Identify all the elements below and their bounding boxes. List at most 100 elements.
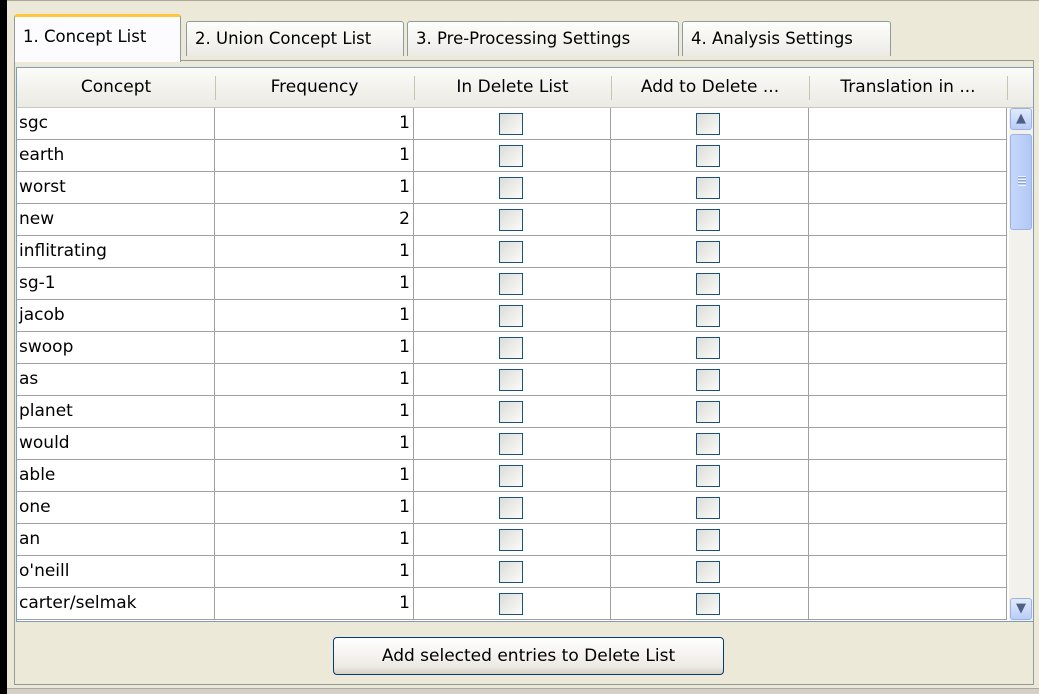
frequency-cell[interactable]: 1 <box>215 492 414 524</box>
concept-cell[interactable]: new <box>17 204 215 236</box>
table-row[interactable]: one 1 <box>17 492 1007 524</box>
add-to-delete-checkbox[interactable] <box>696 561 720 583</box>
frequency-cell[interactable]: 1 <box>215 300 414 332</box>
table-row[interactable]: sgc 1 <box>17 108 1007 140</box>
frequency-cell[interactable]: 1 <box>215 396 414 428</box>
table-row[interactable]: sg-1 1 <box>17 268 1007 300</box>
concept-cell[interactable]: an <box>17 524 215 556</box>
concept-cell[interactable]: as <box>17 364 215 396</box>
add-to-delete-checkbox[interactable] <box>696 401 720 423</box>
frequency-cell[interactable]: 1 <box>215 108 414 140</box>
column-header-in-delete-list[interactable]: In Delete List <box>414 68 611 106</box>
add-to-delete-checkbox[interactable] <box>696 433 720 455</box>
frequency-cell[interactable]: 1 <box>215 460 414 492</box>
translation-cell[interactable] <box>809 460 1007 492</box>
table-row[interactable]: planet 1 <box>17 396 1007 428</box>
frequency-cell[interactable]: 1 <box>215 332 414 364</box>
in-delete-list-checkbox[interactable] <box>499 209 523 231</box>
in-delete-list-checkbox[interactable] <box>499 529 523 551</box>
concept-cell[interactable]: planet <box>17 396 215 428</box>
vertical-scrollbar[interactable]: ▲ ▼ <box>1009 108 1033 621</box>
table-row[interactable]: as 1 <box>17 364 1007 396</box>
frequency-cell[interactable]: 1 <box>215 524 414 556</box>
frequency-cell[interactable]: 1 <box>215 588 414 620</box>
in-delete-list-checkbox[interactable] <box>499 433 523 455</box>
table-row[interactable]: would 1 <box>17 428 1007 460</box>
frequency-cell[interactable]: 2 <box>215 204 414 236</box>
translation-cell[interactable] <box>809 204 1007 236</box>
tab-union-concept-list[interactable]: 2. Union Concept List <box>186 21 404 56</box>
frequency-cell[interactable]: 1 <box>215 556 414 588</box>
table-row[interactable]: carter/selmak 1 <box>17 588 1007 620</box>
add-to-delete-checkbox[interactable] <box>696 593 720 615</box>
add-to-delete-checkbox[interactable] <box>696 465 720 487</box>
translation-cell[interactable] <box>809 236 1007 268</box>
tab-concept-list[interactable]: 1. Concept List <box>14 14 181 62</box>
in-delete-list-checkbox[interactable] <box>499 369 523 391</box>
add-to-delete-list-button[interactable]: Add selected entries to Delete List <box>333 637 724 675</box>
table-row[interactable]: able 1 <box>17 460 1007 492</box>
in-delete-list-checkbox[interactable] <box>499 337 523 359</box>
translation-cell[interactable] <box>809 300 1007 332</box>
column-header-frequency[interactable]: Frequency <box>215 68 414 106</box>
table-row[interactable]: an 1 <box>17 524 1007 556</box>
in-delete-list-checkbox[interactable] <box>499 145 523 167</box>
concept-cell[interactable]: one <box>17 492 215 524</box>
add-to-delete-checkbox[interactable] <box>696 529 720 551</box>
concept-cell[interactable]: earth <box>17 140 215 172</box>
in-delete-list-checkbox[interactable] <box>499 561 523 583</box>
in-delete-list-checkbox[interactable] <box>499 497 523 519</box>
table-row[interactable]: o'neill 1 <box>17 556 1007 588</box>
add-to-delete-checkbox[interactable] <box>696 113 720 135</box>
in-delete-list-checkbox[interactable] <box>499 177 523 199</box>
translation-cell[interactable] <box>809 364 1007 396</box>
in-delete-list-checkbox[interactable] <box>499 305 523 327</box>
concept-cell[interactable]: sgc <box>17 108 215 140</box>
translation-cell[interactable] <box>809 556 1007 588</box>
tab-analysis-settings[interactable]: 4. Analysis Settings <box>682 21 891 56</box>
translation-cell[interactable] <box>809 396 1007 428</box>
table-row[interactable]: worst 1 <box>17 172 1007 204</box>
table-row[interactable]: inflitrating 1 <box>17 236 1007 268</box>
frequency-cell[interactable]: 1 <box>215 140 414 172</box>
translation-cell[interactable] <box>809 268 1007 300</box>
add-to-delete-checkbox[interactable] <box>696 497 720 519</box>
translation-cell[interactable] <box>809 140 1007 172</box>
add-to-delete-checkbox[interactable] <box>696 209 720 231</box>
concept-cell[interactable]: able <box>17 460 215 492</box>
translation-cell[interactable] <box>809 524 1007 556</box>
translation-cell[interactable] <box>809 332 1007 364</box>
scroll-down-button[interactable]: ▼ <box>1010 598 1032 620</box>
add-to-delete-checkbox[interactable] <box>696 369 720 391</box>
frequency-cell[interactable]: 1 <box>215 364 414 396</box>
column-header-add-to-delete[interactable]: Add to Delete ... <box>611 68 809 106</box>
table-row[interactable]: earth 1 <box>17 140 1007 172</box>
scroll-up-button[interactable]: ▲ <box>1010 108 1032 130</box>
frequency-cell[interactable]: 1 <box>215 172 414 204</box>
add-to-delete-checkbox[interactable] <box>696 145 720 167</box>
translation-cell[interactable] <box>809 108 1007 140</box>
in-delete-list-checkbox[interactable] <box>499 113 523 135</box>
frequency-cell[interactable]: 1 <box>215 428 414 460</box>
concept-cell[interactable]: inflitrating <box>17 236 215 268</box>
concept-cell[interactable]: carter/selmak <box>17 588 215 620</box>
column-header-concept[interactable]: Concept <box>17 68 215 106</box>
in-delete-list-checkbox[interactable] <box>499 465 523 487</box>
tab-pre-processing-settings[interactable]: 3. Pre-Processing Settings <box>407 21 679 56</box>
scroll-thumb[interactable] <box>1010 134 1032 230</box>
translation-cell[interactable] <box>809 492 1007 524</box>
table-row[interactable]: jacob 1 <box>17 300 1007 332</box>
in-delete-list-checkbox[interactable] <box>499 593 523 615</box>
add-to-delete-checkbox[interactable] <box>696 273 720 295</box>
concept-cell[interactable]: worst <box>17 172 215 204</box>
in-delete-list-checkbox[interactable] <box>499 273 523 295</box>
add-to-delete-checkbox[interactable] <box>696 305 720 327</box>
frequency-cell[interactable]: 1 <box>215 236 414 268</box>
table-row[interactable]: new 2 <box>17 204 1007 236</box>
concept-cell[interactable]: would <box>17 428 215 460</box>
column-header-translation[interactable]: Translation in ... <box>809 68 1007 106</box>
table-row[interactable]: swoop 1 <box>17 332 1007 364</box>
concept-cell[interactable]: sg-1 <box>17 268 215 300</box>
add-to-delete-checkbox[interactable] <box>696 337 720 359</box>
add-to-delete-checkbox[interactable] <box>696 177 720 199</box>
